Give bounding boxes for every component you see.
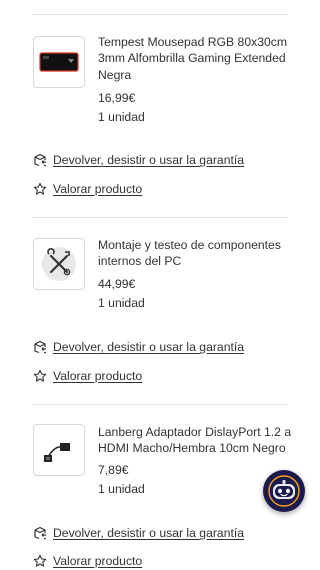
- rate-product-label: Valorar producto: [53, 369, 143, 383]
- return-warranty-link[interactable]: Devolver, desistir o usar la garantía: [33, 338, 244, 356]
- rate-product-link[interactable]: Valorar producto: [33, 180, 142, 198]
- rate-product-link[interactable]: Valorar producto: [33, 367, 142, 385]
- product-price: 16,99€: [98, 91, 136, 105]
- divider: [33, 404, 287, 405]
- product-image[interactable]: [33, 424, 85, 476]
- return-warranty-link[interactable]: Devolver, desistir o usar la garantía: [33, 151, 244, 169]
- product-quantity: 1 unidad: [98, 296, 145, 310]
- return-box-icon: [33, 153, 47, 167]
- product-image[interactable]: [33, 36, 85, 88]
- return-warranty-label: Devolver, desistir o usar la garantía: [53, 153, 245, 167]
- robot-assistant-icon: [268, 475, 300, 507]
- rate-product-link[interactable]: Valorar producto: [33, 552, 142, 570]
- return-box-icon: [33, 340, 47, 354]
- product-quantity: 1 unidad: [98, 110, 145, 124]
- divider: [33, 14, 287, 15]
- star-icon: [33, 369, 47, 383]
- return-warranty-label: Devolver, desistir o usar la garantía: [53, 340, 245, 354]
- return-warranty-label: Devolver, desistir o usar la garantía: [53, 526, 245, 540]
- return-warranty-link[interactable]: Devolver, desistir o usar la garantía: [33, 524, 244, 542]
- adapter-image: [44, 443, 70, 462]
- product-quantity: 1 unidad: [98, 482, 145, 496]
- rate-product-label: Valorar producto: [53, 554, 143, 568]
- mousepad-image: [39, 52, 79, 72]
- divider: [33, 217, 287, 218]
- product-name[interactable]: Lanberg Adaptador DislayPort 1.2 a HDMI …: [98, 424, 293, 457]
- product-price: 44,99€: [98, 277, 136, 291]
- rate-product-label: Valorar producto: [53, 182, 143, 196]
- chat-assistant-button[interactable]: [263, 470, 305, 512]
- tools-icon: [42, 247, 76, 281]
- star-icon: [33, 554, 47, 568]
- product-price: 7,89€: [98, 463, 129, 477]
- star-icon: [33, 182, 47, 196]
- product-name[interactable]: Tempest Mousepad RGB 80x30cm 3mm Alfombr…: [98, 34, 293, 83]
- product-name[interactable]: Montaje y testeo de componentes internos…: [98, 237, 293, 270]
- return-box-icon: [33, 526, 47, 540]
- product-image[interactable]: [33, 238, 85, 290]
